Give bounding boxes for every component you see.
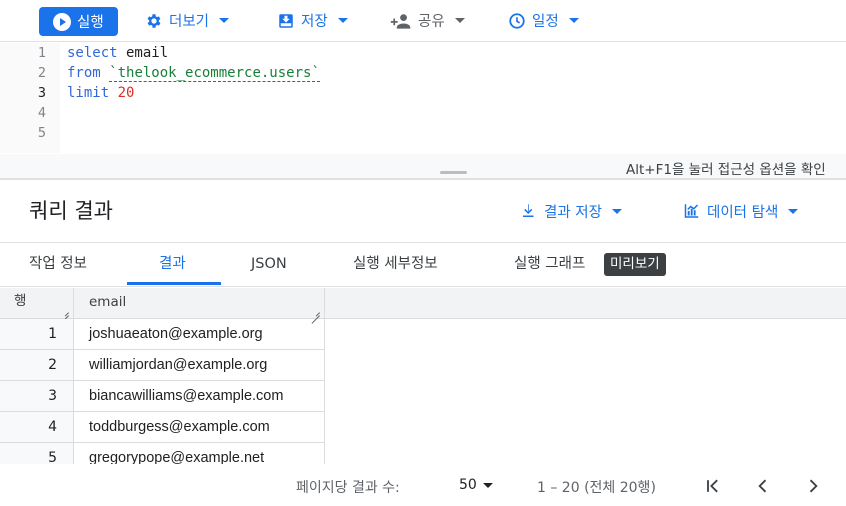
add-person-icon	[390, 13, 411, 29]
explore-data-button[interactable]: 데이터 탐색	[682, 199, 799, 223]
tab-results[interactable]: 결과	[159, 243, 186, 286]
column-header-email[interactable]: email	[74, 288, 325, 319]
tab-execution-details[interactable]: 실행 세부정보	[353, 243, 438, 286]
chart-icon	[684, 204, 699, 218]
column-resize-icon[interactable]	[60, 307, 69, 316]
sql-keyword: select	[67, 45, 118, 61]
email-cell[interactable]: williamjordan@example.org	[74, 350, 325, 380]
table-row: 2 williamjordan@example.org	[0, 350, 325, 381]
more-menu-button[interactable]: 더보기	[145, 7, 230, 34]
share-menu-label: 공유	[418, 14, 445, 30]
chevron-right-icon	[809, 479, 818, 493]
table-row: 1 joshuaeaton@example.org	[0, 319, 325, 350]
line-number: 1	[37, 45, 46, 61]
active-tab-indicator	[127, 282, 221, 285]
tab-job-info[interactable]: 작업 정보	[29, 243, 87, 286]
accessibility-hint: Alt+F1을 눌러 접근성 옵션을 확인	[0, 154, 846, 180]
row-number: 1	[0, 319, 74, 349]
chevron-down-icon	[788, 208, 799, 214]
save-icon	[279, 13, 293, 28]
run-button-label: 실행	[77, 15, 104, 31]
table-row: 5 gregorypope@example.net	[0, 443, 325, 464]
code-area[interactable]: select email from `thelook_ecommerce.use…	[67, 43, 320, 103]
panel-divider	[0, 178, 846, 180]
first-page-icon	[707, 479, 718, 493]
chevron-down-icon	[611, 208, 622, 214]
row-number: 5	[0, 443, 74, 464]
query-toolbar: 실행 더보기 저장 공유 일정	[0, 0, 846, 42]
chevron-left-icon	[758, 479, 767, 493]
line-number: 3	[37, 85, 46, 101]
tab-json[interactable]: JSON	[251, 243, 287, 286]
run-button[interactable]: 실행	[39, 7, 118, 36]
row-number: 3	[0, 381, 74, 411]
save-menu-button[interactable]: 저장	[277, 7, 348, 34]
line-number-gutter: 1 2 3 4 5	[0, 43, 60, 153]
tab-execution-graph[interactable]: 실행 그래프	[514, 243, 585, 286]
save-results-label: 결과 저장	[544, 204, 602, 221]
page-size-select[interactable]: 50	[459, 477, 493, 493]
line-number: 5	[37, 125, 46, 141]
email-cell[interactable]: biancawilliams@example.com	[74, 381, 325, 411]
line-number: 4	[37, 105, 46, 121]
email-cell[interactable]: joshuaeaton@example.org	[74, 319, 325, 349]
sql-text: email	[117, 45, 169, 61]
chevron-down-icon	[219, 18, 230, 23]
pagination-bar: 페이지당 결과 수: 50 1 – 20 (전체 20행)	[0, 464, 846, 506]
resize-handle[interactable]	[440, 171, 467, 174]
email-cell[interactable]: gregorypope@example.net	[74, 443, 325, 464]
column-header-row[interactable]: 행	[0, 288, 74, 319]
clock-icon	[509, 12, 525, 29]
sql-keyword: from	[67, 65, 101, 81]
code-line: limit 20	[67, 83, 320, 103]
table-row: 4 toddburgess@example.com	[0, 412, 325, 443]
results-title: 쿼리 결과	[29, 199, 113, 223]
column-resize-icon[interactable]	[311, 307, 320, 316]
row-number: 4	[0, 412, 74, 442]
share-menu-button[interactable]: 공유	[390, 7, 465, 34]
results-table: 행 email 1 joshuaeaton@example.org 2 will…	[0, 288, 846, 464]
next-page-button[interactable]	[800, 473, 826, 499]
save-menu-label: 저장	[301, 14, 328, 30]
chevron-down-icon	[482, 482, 493, 488]
code-line: from `thelook_ecommerce.users`	[67, 63, 320, 83]
email-cell[interactable]: toddburgess@example.com	[74, 412, 325, 442]
previous-page-button[interactable]	[750, 473, 776, 499]
chevron-down-icon	[337, 18, 348, 23]
explore-data-label: 데이터 탐색	[707, 204, 779, 221]
line-number: 2	[37, 65, 46, 81]
first-page-button[interactable]	[700, 473, 726, 499]
sql-number: 20	[117, 85, 135, 101]
table-header: 행 email	[0, 288, 846, 319]
code-line: select email	[67, 43, 320, 63]
sql-editor[interactable]: 1 2 3 4 5 select email from `thelook_eco…	[0, 43, 846, 153]
table-row: 3 biancawilliams@example.com	[0, 381, 325, 412]
page-range: 1 – 20 (전체 20행)	[537, 480, 656, 496]
preview-badge: 미리보기	[604, 253, 666, 276]
download-icon	[523, 204, 534, 217]
gear-icon	[147, 13, 161, 28]
chevron-down-icon	[454, 18, 465, 23]
schedule-menu-button[interactable]: 일정	[508, 7, 579, 34]
play-icon	[53, 12, 71, 31]
page-size-label: 페이지당 결과 수:	[296, 480, 400, 496]
chevron-down-icon	[568, 18, 579, 23]
results-tabs: 작업 정보 결과 JSON 실행 세부정보 실행 그래프	[0, 242, 846, 287]
row-number: 2	[0, 350, 74, 380]
sql-keyword: limit	[67, 85, 110, 101]
more-menu-label: 더보기	[169, 14, 210, 30]
sql-table-name: `thelook_ecommerce.users`	[109, 65, 320, 82]
save-results-button[interactable]: 결과 저장	[520, 199, 622, 223]
schedule-menu-label: 일정	[532, 14, 559, 30]
